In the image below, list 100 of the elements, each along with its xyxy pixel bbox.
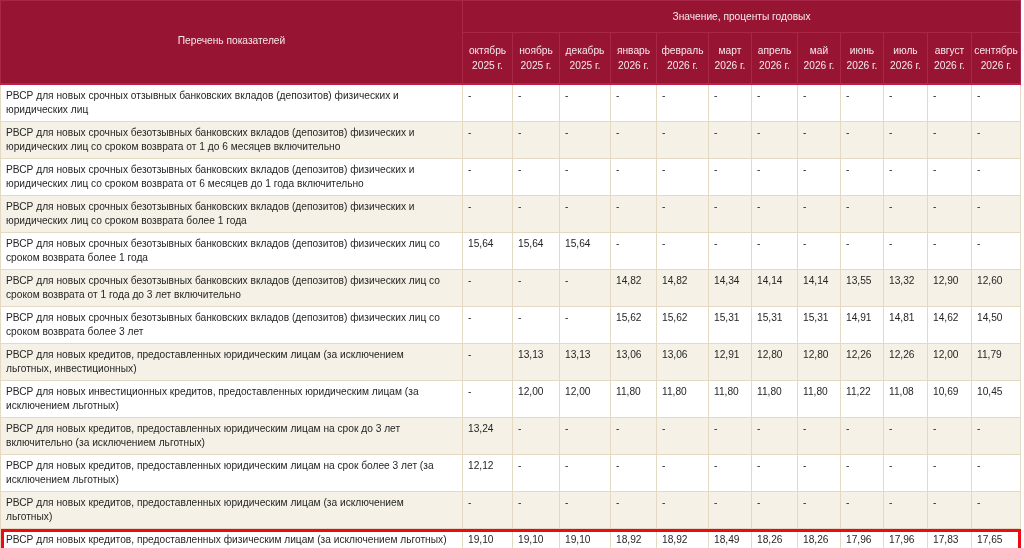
table-cell: - xyxy=(971,84,1021,122)
table-cell: - xyxy=(751,158,798,196)
table-cell: 11,22 xyxy=(840,380,884,418)
table-cell: 11,08 xyxy=(883,380,928,418)
table-cell: - xyxy=(797,195,841,233)
table-cell: - xyxy=(462,158,513,196)
table-cell: - xyxy=(656,158,709,196)
table-cell: - xyxy=(971,121,1021,159)
column-header: декабрь 2025 г. xyxy=(559,32,611,84)
table-cell: - xyxy=(462,306,513,344)
table-cell: 12,12 xyxy=(462,454,513,492)
table-cell: - xyxy=(971,491,1021,529)
table-cell: - xyxy=(927,121,972,159)
column-header: май 2026 г. xyxy=(797,32,841,84)
table-cell: - xyxy=(610,84,657,122)
table-cell: РВСР для новых кредитов, предоставленных физическим лицам (за исключением льготных) xyxy=(0,528,463,548)
table-cell: РВСР для новых срочных безотзывных банковских вкладов (депозитов) физических и юридических лиц со сроком возврата от 1 до 6 месяцев включительно xyxy=(0,121,463,159)
table-cell: - xyxy=(656,121,709,159)
table-cell: 11,79 xyxy=(971,343,1021,381)
table-cell: 14,14 xyxy=(751,269,798,307)
table-cell: - xyxy=(656,417,709,455)
table-cell: - xyxy=(512,454,560,492)
table-cell: - xyxy=(797,121,841,159)
table-cell: - xyxy=(512,417,560,455)
table-cell: - xyxy=(559,454,611,492)
table-cell: - xyxy=(927,417,972,455)
table-cell: - xyxy=(883,195,928,233)
table-cell: - xyxy=(559,417,611,455)
table-cell: - xyxy=(512,306,560,344)
table-cell: - xyxy=(559,158,611,196)
column-header: сентябрь 2026 г. xyxy=(971,32,1021,84)
column-group-header: Значение, проценты годовых xyxy=(462,0,1021,33)
table-cell: - xyxy=(610,232,657,270)
table-cell: 15,62 xyxy=(610,306,657,344)
table-cell: - xyxy=(797,417,841,455)
column-header: Перечень показателей xyxy=(0,0,463,84)
table-cell: 11,80 xyxy=(610,380,657,418)
table-cell: - xyxy=(840,158,884,196)
table-cell: - xyxy=(559,195,611,233)
column-header: октябрь 2025 г. xyxy=(462,32,513,84)
table-cell: - xyxy=(883,232,928,270)
table-cell: - xyxy=(656,491,709,529)
table-cell: - xyxy=(512,491,560,529)
table-cell: 13,24 xyxy=(462,417,513,455)
table-cell: 13,55 xyxy=(840,269,884,307)
table-cell: 10,45 xyxy=(971,380,1021,418)
table-cell: - xyxy=(708,454,752,492)
table-cell: - xyxy=(883,121,928,159)
table-cell: - xyxy=(840,491,884,529)
table-cell: 14,62 xyxy=(927,306,972,344)
table-cell: - xyxy=(512,121,560,159)
table-cell: - xyxy=(462,380,513,418)
table-cell: - xyxy=(512,158,560,196)
table-cell: - xyxy=(883,158,928,196)
table-cell: 11,80 xyxy=(797,380,841,418)
table-cell: - xyxy=(708,121,752,159)
table-cell: - xyxy=(512,84,560,122)
table-cell: - xyxy=(883,84,928,122)
table-cell: 12,90 xyxy=(927,269,972,307)
table-cell: 13,13 xyxy=(512,343,560,381)
table-cell: 14,81 xyxy=(883,306,928,344)
table-cell: 15,64 xyxy=(462,232,513,270)
table-cell: РВСР для новых срочных безотзывных банковских вкладов (депозитов) физических лиц со сроком возврата от 1 года до 3 лет включительно xyxy=(0,269,463,307)
table-cell: 14,82 xyxy=(610,269,657,307)
table-cell: 13,13 xyxy=(559,343,611,381)
table-cell: - xyxy=(656,454,709,492)
table-cell: 14,82 xyxy=(656,269,709,307)
table-cell: 11,80 xyxy=(751,380,798,418)
table-cell: - xyxy=(708,195,752,233)
table-cell: - xyxy=(559,121,611,159)
table-cell: 15,31 xyxy=(797,306,841,344)
table-cell: - xyxy=(797,84,841,122)
table-cell: - xyxy=(610,417,657,455)
table-cell: - xyxy=(512,195,560,233)
table-cell: - xyxy=(883,454,928,492)
table-cell: 12,80 xyxy=(751,343,798,381)
table-cell: - xyxy=(797,491,841,529)
table-cell: 12,80 xyxy=(797,343,841,381)
table-cell: - xyxy=(971,195,1021,233)
column-header: август 2026 г. xyxy=(927,32,972,84)
table-cell: - xyxy=(797,158,841,196)
table-cell: 14,14 xyxy=(797,269,841,307)
table-cell: - xyxy=(840,195,884,233)
table-cell: - xyxy=(559,84,611,122)
table-cell: 11,80 xyxy=(656,380,709,418)
table-cell: - xyxy=(797,454,841,492)
table-cell: - xyxy=(883,417,928,455)
table-cell: 12,26 xyxy=(883,343,928,381)
table-cell: - xyxy=(656,84,709,122)
table-cell: - xyxy=(840,121,884,159)
table-cell: РВСР для новых срочных отзывных банковских вкладов (депозитов) физических и юридических лиц xyxy=(0,84,463,122)
table-cell: 12,00 xyxy=(512,380,560,418)
table-cell: - xyxy=(971,158,1021,196)
table-cell: - xyxy=(840,454,884,492)
table-cell: - xyxy=(927,232,972,270)
table-cell: - xyxy=(927,84,972,122)
table-cell: 13,06 xyxy=(610,343,657,381)
table-cell: - xyxy=(462,343,513,381)
table-cell: 14,34 xyxy=(708,269,752,307)
table-cell: - xyxy=(971,232,1021,270)
